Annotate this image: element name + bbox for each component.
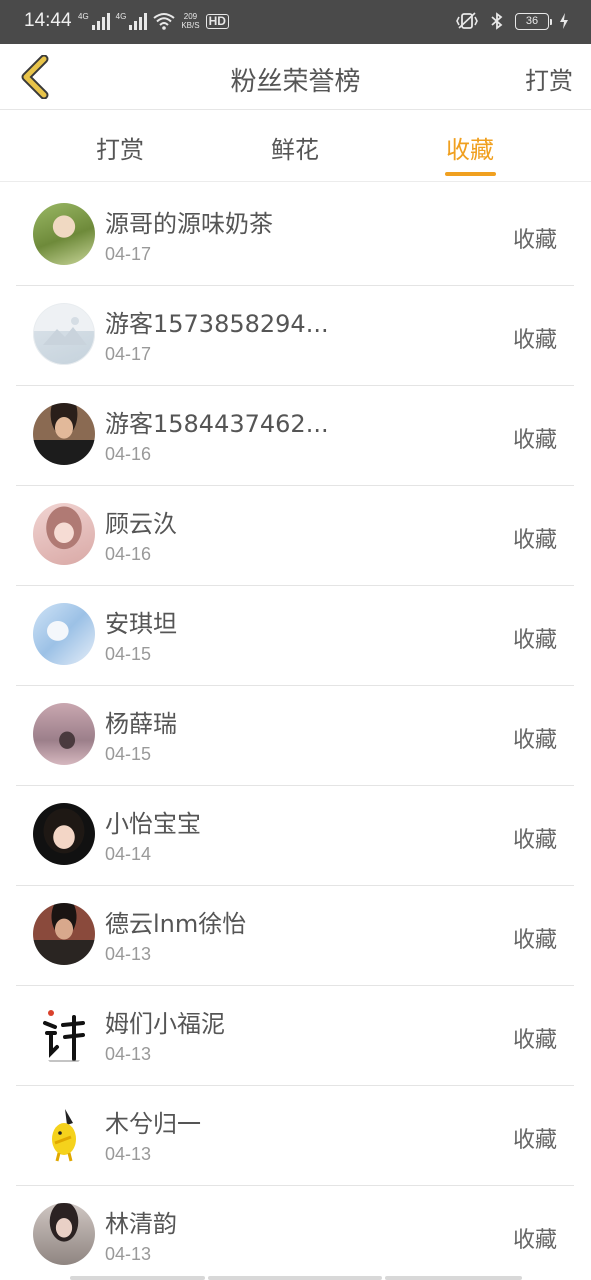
scroll-edge-indicator <box>0 1274 591 1280</box>
action-type: 收藏 <box>512 828 557 853</box>
fan-date: 04-15 <box>105 644 152 664</box>
fan-date: 04-15 <box>105 744 152 764</box>
avatar <box>33 1103 95 1165</box>
wifi-icon <box>153 13 175 30</box>
fan-date: 04-16 <box>105 444 152 464</box>
action-type: 收藏 <box>512 328 557 353</box>
list-item[interactable]: 德云lnm徐怡 04-13 收藏 <box>16 886 574 986</box>
reward-action-button[interactable]: 打赏 <box>525 61 573 96</box>
fan-name: 小怡宝宝 <box>105 810 201 838</box>
list-item[interactable]: 顾云汣 04-16 收藏 <box>16 486 574 586</box>
network-type-label: 4G <box>115 12 127 21</box>
list-item[interactable]: 游客1573858294... 04-17 收藏 <box>16 286 574 386</box>
fan-date: 04-16 <box>105 544 152 564</box>
hd-icon: HD <box>205 13 229 29</box>
status-right-icons: 36 <box>455 12 569 30</box>
fan-list: 源哥的源味奶茶 04-17 收藏 游客1573858294... 04-17 收… <box>16 186 574 1280</box>
fan-name: 姆们小福泥 <box>105 1010 225 1038</box>
fan-name: 顾云汣 <box>105 510 177 538</box>
action-type: 收藏 <box>512 728 557 753</box>
list-item[interactable]: 林清韵 04-13 收藏 <box>16 1186 574 1280</box>
avatar <box>33 503 95 565</box>
fan-name: 德云lnm徐怡 <box>105 910 247 938</box>
fan-date: 04-13 <box>105 944 152 964</box>
fan-name: 木兮归一 <box>105 1110 201 1138</box>
fan-date: 04-13 <box>105 1144 152 1164</box>
battery-level: 36 <box>525 15 539 27</box>
yellow-creature-avatar-icon <box>52 1109 76 1162</box>
fan-name: 林清韵 <box>105 1210 177 1238</box>
action-type: 收藏 <box>512 628 557 653</box>
action-type: 收藏 <box>512 228 557 253</box>
fan-name: 游客1573858294... <box>105 310 329 338</box>
fan-date: 04-17 <box>105 344 152 364</box>
tab-reward[interactable]: 打赏 <box>60 130 180 165</box>
action-type: 收藏 <box>512 1128 557 1153</box>
page-title: 粉丝荣誉榜 <box>230 67 361 97</box>
charging-icon <box>560 13 568 29</box>
network-speed-unit: KB/S <box>181 21 200 30</box>
fan-date: 04-17 <box>105 244 152 264</box>
network-speed-value: 209 <box>183 12 198 21</box>
bluetooth-icon <box>491 12 503 30</box>
list-item[interactable]: 源哥的源味奶茶 04-17 收藏 <box>16 186 574 286</box>
fan-date: 04-14 <box>105 844 152 864</box>
avatar <box>33 903 95 965</box>
tab-flowers[interactable]: 鲜花 <box>235 130 355 165</box>
list-item[interactable]: 杨薛瑞 04-15 收藏 <box>16 686 574 786</box>
fan-date: 04-13 <box>105 1044 152 1064</box>
calligraphy-avatar-icon <box>43 1010 85 1062</box>
avatar <box>33 803 95 865</box>
app-header: 粉丝荣誉榜 打赏 <box>0 44 591 110</box>
battery-icon: 36 <box>515 12 552 30</box>
vibrate-icon <box>456 12 478 29</box>
status-time: 14:44 <box>24 10 72 31</box>
list-item[interactable]: 安琪坦 04-15 收藏 <box>16 586 574 686</box>
mountain-placeholder-icon <box>43 317 87 345</box>
list-item[interactable]: 木兮归一 04-13 收藏 <box>16 1086 574 1186</box>
action-type: 收藏 <box>512 528 557 553</box>
fan-date: 04-13 <box>105 1244 152 1264</box>
signal-icon: 4G <box>116 12 148 30</box>
avatar <box>33 403 95 465</box>
list-item[interactable]: 游客1584437462... 04-16 收藏 <box>16 386 574 486</box>
action-type: 收藏 <box>512 1028 557 1053</box>
avatar <box>33 303 95 365</box>
list-item[interactable]: 姆们小福泥 04-13 收藏 <box>16 986 574 1086</box>
action-type: 收藏 <box>512 1228 557 1253</box>
action-type: 收藏 <box>512 928 557 953</box>
signal-icon: 4G <box>78 12 110 30</box>
status-bar: 14:44 4G 4G 209 KB/S HD 36 <box>0 0 591 44</box>
active-tab-indicator <box>445 172 496 176</box>
status-left-icons: 4G 4G 209 KB/S HD <box>78 12 229 30</box>
list-item[interactable]: 小怡宝宝 04-14 收藏 <box>16 786 574 886</box>
tab-bar: 打赏 鲜花 收藏 <box>0 110 591 182</box>
fan-name: 游客1584437462... <box>105 410 329 438</box>
tab-favorites[interactable]: 收藏 <box>410 130 530 165</box>
fan-name: 源哥的源味奶茶 <box>105 210 273 238</box>
avatar <box>33 1203 95 1265</box>
action-type: 收藏 <box>512 428 557 453</box>
network-type-label: 4G <box>78 12 89 21</box>
fan-name: 安琪坦 <box>105 610 177 638</box>
network-speed: 209 KB/S <box>181 12 199 30</box>
avatar <box>33 603 95 665</box>
avatar <box>33 1003 95 1065</box>
fan-name: 杨薛瑞 <box>105 710 177 738</box>
avatar <box>33 203 95 265</box>
avatar <box>33 703 95 765</box>
